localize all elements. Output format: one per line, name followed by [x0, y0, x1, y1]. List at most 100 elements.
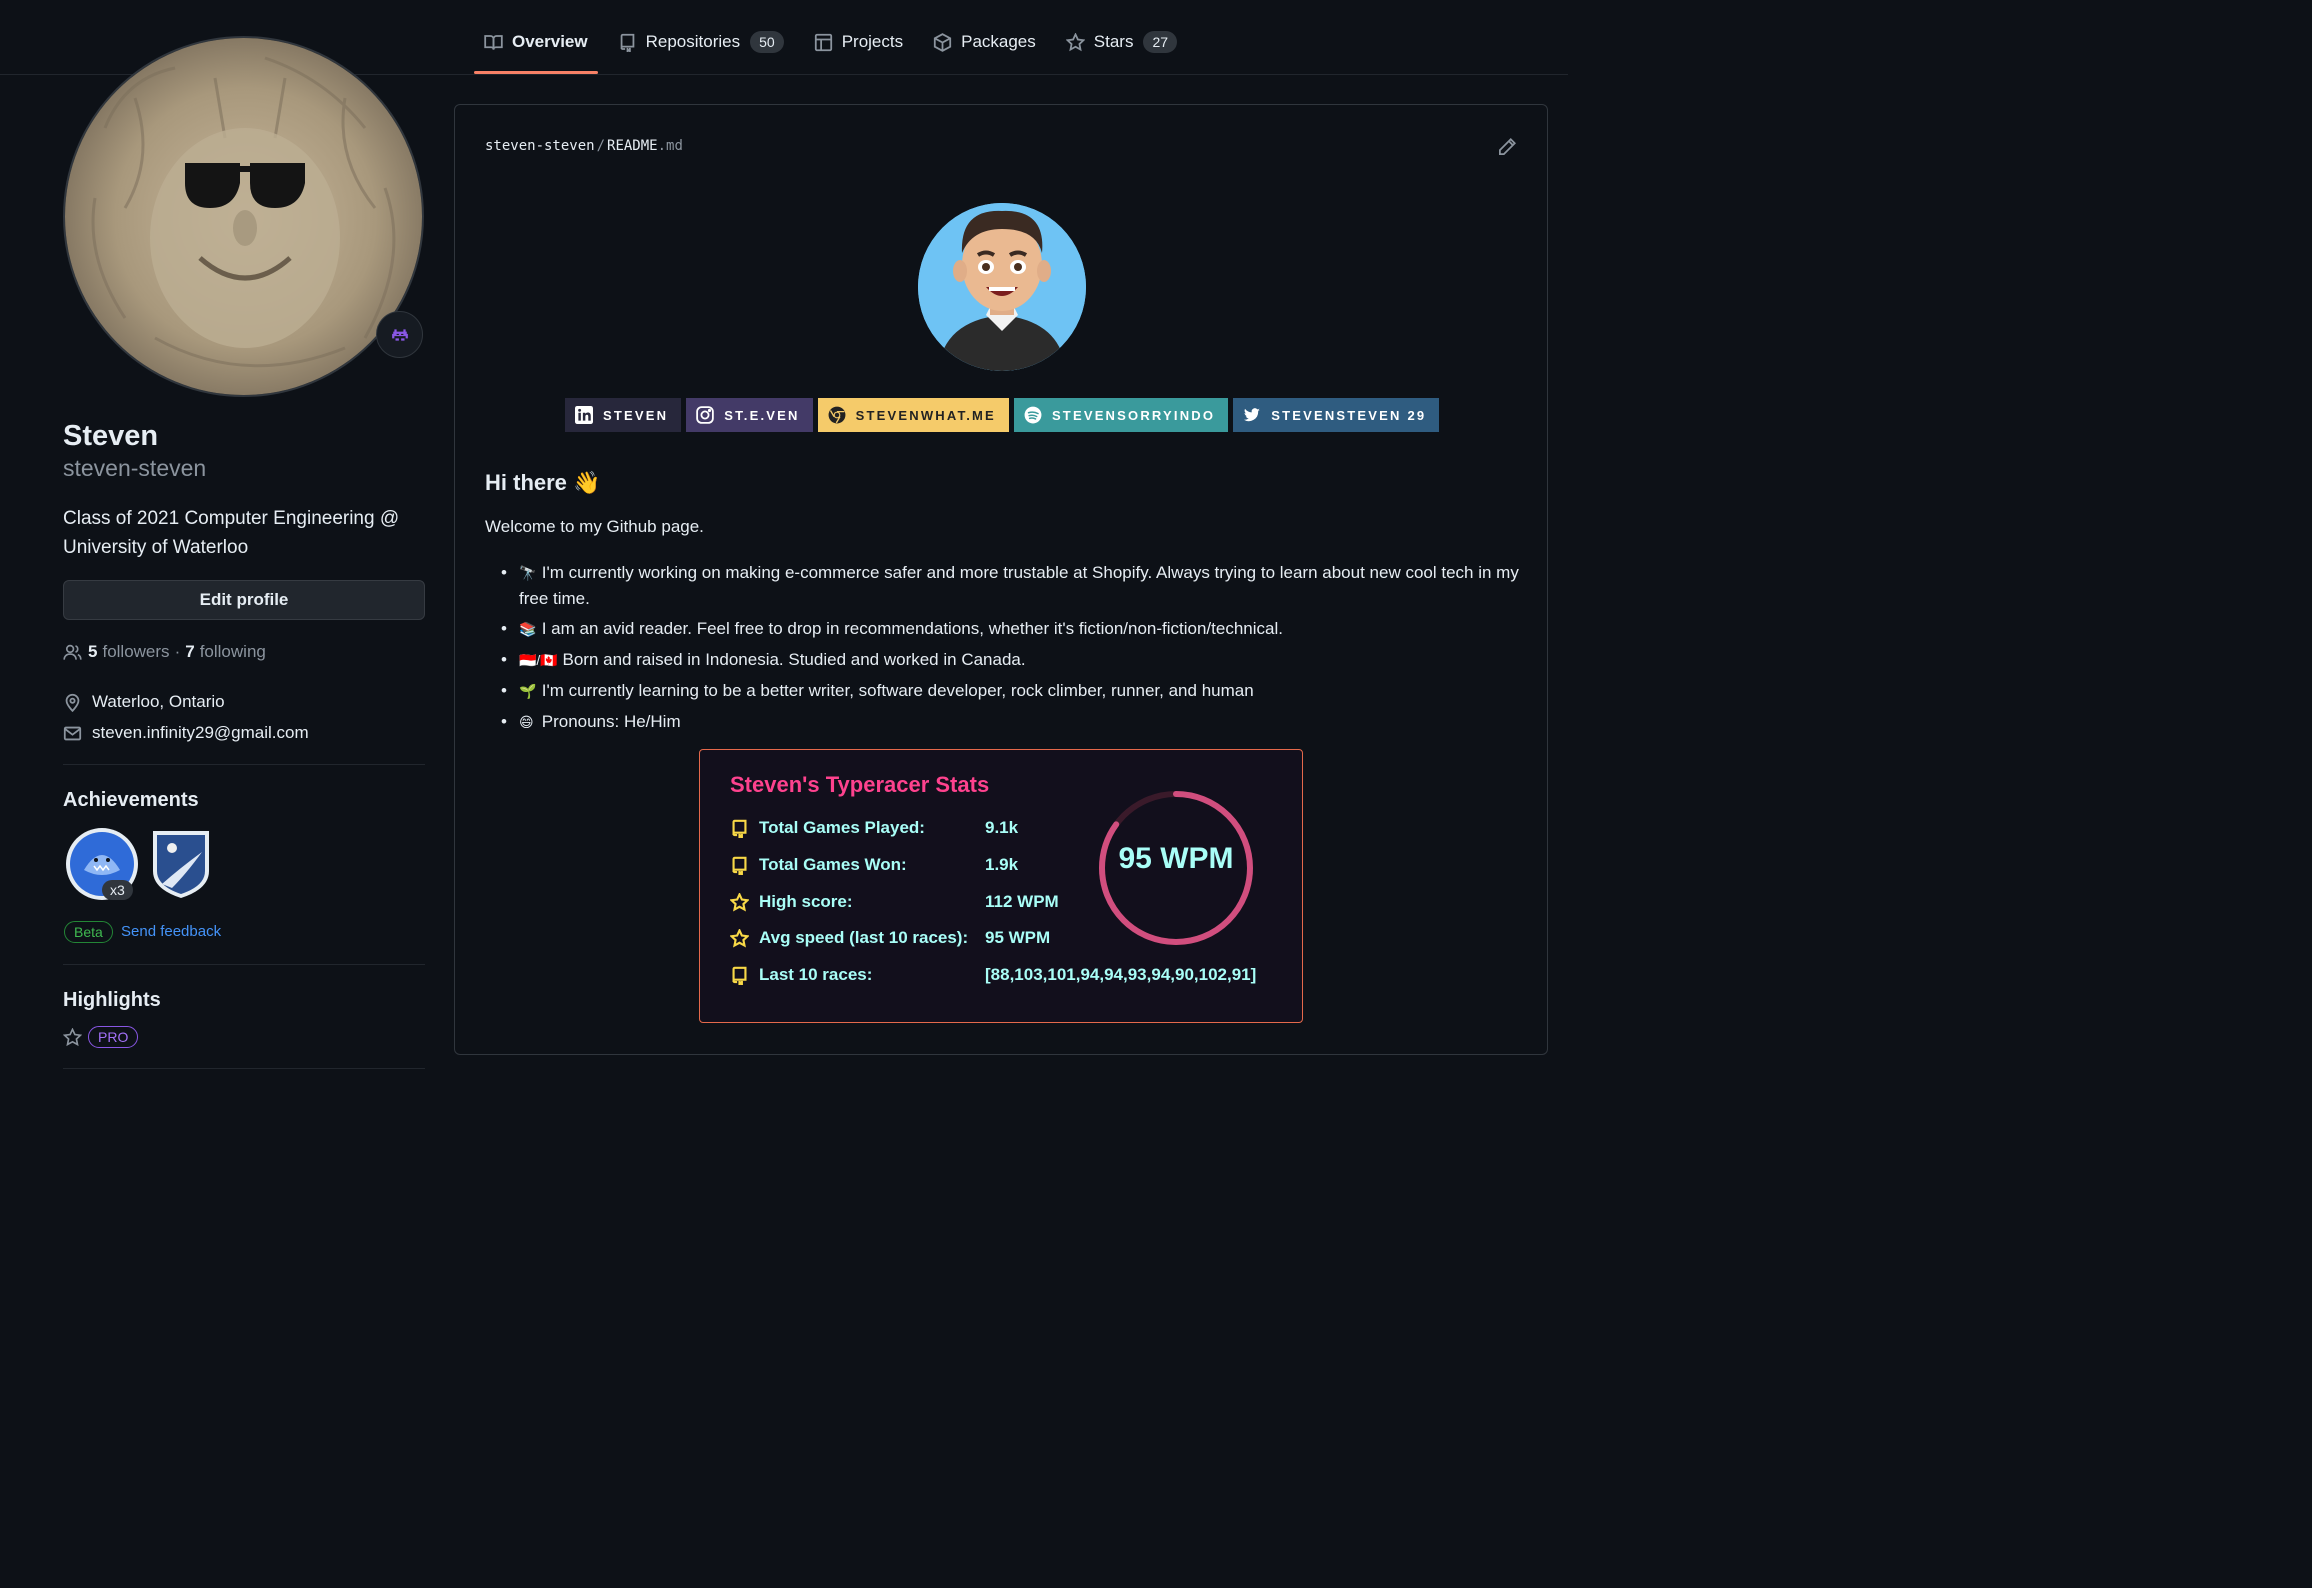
list-item: 😄 Pronouns: He/Him — [485, 709, 1525, 735]
linkedin-label: STEVEN — [603, 407, 669, 423]
stat-row: High score: 112 WPM — [730, 892, 1059, 912]
stat-row: Total Games Won: 1.9k — [730, 855, 1018, 875]
location-row: Waterloo, Ontario — [63, 692, 225, 712]
wpm-value: 95 WPM — [1118, 842, 1234, 875]
tab-packages[interactable]: Packages — [923, 14, 1046, 74]
social-badges: STEVEN ST.E.VEN STEVENWHAT.ME STEVENSORR… — [565, 398, 1444, 432]
table-icon — [814, 33, 832, 52]
welcome-text: Welcome to my Github page. — [485, 517, 704, 536]
readme-owner-link[interactable]: steven-steven — [485, 138, 595, 154]
spotify-badge[interactable]: STEVENSORRYINDO — [1013, 398, 1229, 432]
beta-label: Beta — [64, 921, 113, 943]
space-invader-icon — [391, 328, 408, 341]
package-icon — [934, 33, 952, 52]
star-icon — [730, 892, 749, 912]
repo-icon — [732, 966, 747, 985]
list-item-text: I'm currently learning to be a better wr… — [541, 681, 1254, 700]
memoji-image — [918, 203, 1086, 371]
spotify-icon — [1024, 406, 1042, 424]
followers-count[interactable]: 5 — [88, 642, 97, 662]
edit-profile-button[interactable]: Edit profile — [63, 580, 425, 620]
chrome-icon — [828, 406, 846, 424]
mail-icon — [63, 726, 82, 740]
tab-repositories[interactable]: Repositories 50 — [608, 14, 794, 74]
instagram-badge[interactable]: ST.E.VEN — [686, 398, 813, 432]
repo-icon — [732, 856, 747, 875]
readme-file-ext: .md — [657, 138, 683, 154]
tab-projects[interactable]: Projects — [804, 14, 913, 74]
profile-username: steven-steven — [63, 455, 207, 481]
stat-row: Last 10 races: [88,103,101,94,94,93,94,9… — [730, 965, 1256, 985]
tab-stars[interactable]: Stars 27 — [1056, 14, 1187, 74]
achievement-starstruck[interactable] — [150, 828, 212, 900]
profile-bio: Class of 2021 Computer Engineering @ Uni… — [63, 508, 400, 558]
stat-row: Avg speed (last 10 races): 95 WPM — [730, 928, 1050, 948]
repo-icon — [732, 819, 747, 838]
linkedin-badge[interactable]: STEVEN — [565, 398, 682, 432]
typeracer-title: Steven's Typeracer Stats — [730, 772, 990, 797]
follow-stats: 5 followers · 7 following — [63, 642, 266, 662]
tab-overview[interactable]: Overview — [474, 14, 598, 74]
typeracer-stats-card: Steven's Typeracer Stats Total Games Pla… — [699, 749, 1303, 1023]
stat-row: Total Games Played: 9.1k — [730, 818, 1018, 838]
following-count[interactable]: 7 — [185, 642, 194, 662]
stat-value: 9.1k — [985, 818, 1019, 837]
pro-badge: PRO — [88, 1026, 139, 1048]
followers-link[interactable]: followers — [102, 642, 169, 662]
stat-value: 112 WPM — [985, 892, 1059, 911]
instagram-label: ST.E.VEN — [724, 407, 800, 423]
stars-count: 27 — [1143, 31, 1178, 53]
readme-panel: steven-steven / README.md STEVEN ST.E.VEN — [454, 104, 1548, 1055]
people-icon — [63, 644, 82, 660]
memoji-avatar — [918, 203, 1086, 371]
achievement-shark[interactable]: x3 — [64, 826, 140, 902]
flags-emoji: 🇮🇩/🇨🇦 — [519, 652, 558, 668]
achievement-multiplier: x3 — [102, 880, 133, 900]
tab-label: Projects — [841, 32, 904, 51]
achievements-title: Achievements — [63, 789, 199, 811]
following-link[interactable]: following — [200, 642, 266, 662]
list-item: 📚 I am an avid reader. Feel free to drop… — [485, 616, 1525, 642]
tab-label: Overview — [512, 32, 588, 51]
tab-label: Packages — [961, 32, 1036, 51]
readme-file-link[interactable]: README — [607, 138, 658, 154]
stat-label: Total Games Played: — [759, 818, 925, 837]
greeting-heading: Hi there 👋 — [485, 470, 601, 495]
email-link[interactable]: steven.infinity29@gmail.com — [92, 723, 309, 743]
list-item: 🇮🇩/🇨🇦 Born and raised in Indonesia. Stud… — [485, 647, 1525, 673]
stat-label: Avg speed (last 10 races): — [759, 928, 969, 947]
smile-emoji: 😄 — [519, 714, 534, 730]
set-status-button[interactable] — [376, 311, 423, 358]
list-item-text: I'm currently working on making e-commer… — [519, 563, 1519, 608]
divider — [63, 964, 425, 965]
arctic-badge-icon — [153, 831, 209, 898]
pencil-icon[interactable] — [1497, 137, 1517, 157]
star-icon — [730, 928, 749, 948]
sand-sculpture-photo — [65, 38, 422, 395]
spotify-label: STEVENSORRYINDO — [1051, 407, 1216, 423]
twitter-icon — [1244, 408, 1261, 422]
stat-value: 95 WPM — [985, 928, 1051, 947]
stat-label: Last 10 races: — [759, 965, 873, 984]
website-badge[interactable]: STEVENWHAT.ME — [817, 398, 1009, 432]
star-icon — [1065, 33, 1085, 52]
list-item-text: Pronouns: He/Him — [541, 712, 681, 731]
email-row: steven.infinity29@gmail.com — [63, 723, 309, 743]
about-list: 🔭 I'm currently working on making e-comm… — [485, 560, 1525, 740]
pro-highlight: PRO — [63, 1026, 139, 1048]
location-icon — [65, 693, 80, 712]
telescope-emoji: 🔭 — [519, 565, 537, 581]
list-item: 🔭 I'm currently working on making e-comm… — [485, 560, 1525, 611]
list-item-text: Born and raised in Indonesia. Studied an… — [562, 650, 1026, 669]
send-feedback-link[interactable]: Send feedback — [121, 923, 221, 940]
profile-fullname: Steven — [63, 420, 159, 452]
stat-label: Total Games Won: — [759, 855, 907, 874]
profile-avatar[interactable] — [63, 36, 424, 397]
stat-value: 1.9k — [985, 855, 1019, 874]
separator: · — [174, 642, 181, 661]
divider — [63, 1068, 425, 1069]
instagram-icon — [696, 406, 714, 424]
tab-label: Repositories — [645, 32, 741, 51]
twitter-badge[interactable]: STEVENSTEVEN 29 — [1233, 398, 1440, 432]
highlights-title: Highlights — [63, 989, 161, 1011]
